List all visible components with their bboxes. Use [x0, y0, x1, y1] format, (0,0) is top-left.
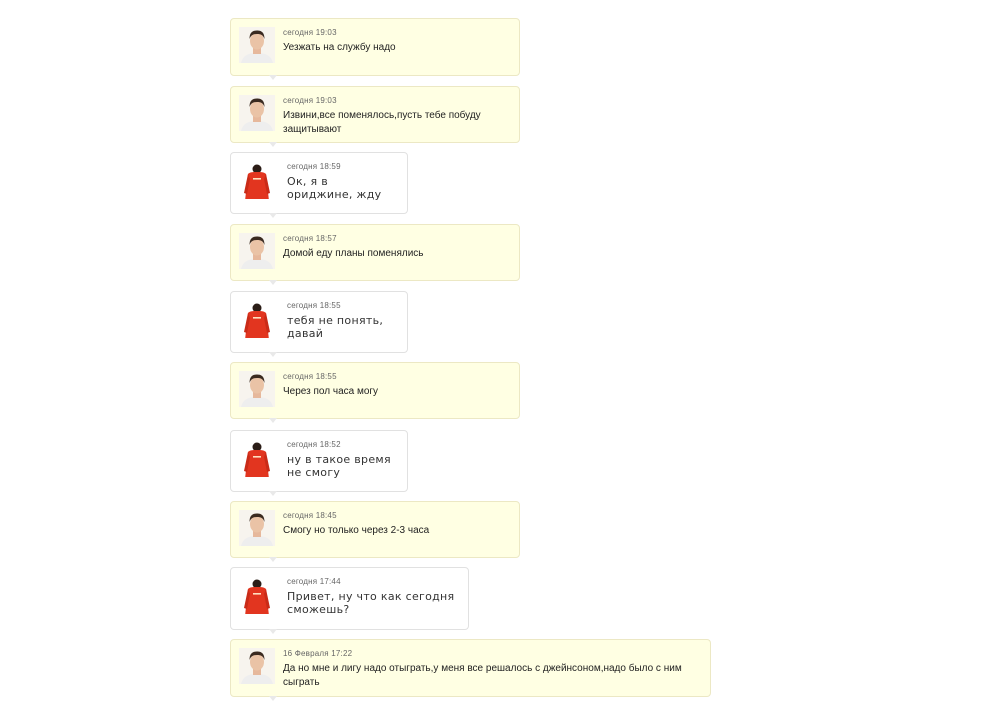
male-avatar-icon[interactable]: [239, 510, 275, 546]
message-feed: сегодня 19:03 Уезжать на службу надо сег…: [0, 0, 1000, 701]
red-hoodie-avatar-icon[interactable]: [239, 302, 275, 338]
message-item: сегодня 18:55 тебя не понять, давай: [230, 291, 408, 357]
red-hoodie-avatar-icon[interactable]: [239, 163, 275, 199]
message-item: сегодня 18:57 Домой еду планы поменялись: [230, 224, 520, 285]
message-text: Через пол часа могу: [283, 386, 379, 397]
message-time: 16 Февраля 17:22: [283, 649, 353, 658]
red-hoodie-avatar-icon[interactable]: [239, 578, 275, 614]
message-text: тебя не понять, давай: [287, 314, 384, 340]
message-item: сегодня 18:45 Смогу но только через 2-3 …: [230, 501, 520, 562]
message-item: сегодня 19:03 Извини,все поменялось,пуст…: [230, 86, 520, 147]
message-text: Уезжать на службу надо: [283, 42, 396, 53]
message-text: Да но мне и лигу надо отыграть,у меня вс…: [283, 663, 682, 688]
message-time: сегодня 18:55: [287, 301, 341, 310]
message-item: сегодня 18:59 Ок, я в ориджине, жду: [230, 152, 408, 218]
message-item: сегодня 19:03 Уезжать на службу надо: [230, 18, 520, 80]
message-time: сегодня 18:57: [283, 234, 337, 243]
message-item: сегодня 18:52 ну в такое время не смогу: [230, 430, 408, 496]
message-text: Извини,все поменялось,пусть тебе побуду …: [283, 110, 481, 135]
male-avatar-icon[interactable]: [239, 371, 275, 407]
message-time: сегодня 18:55: [283, 372, 337, 381]
male-avatar-icon[interactable]: [239, 233, 275, 269]
message-item: сегодня 18:55 Через пол часа могу: [230, 362, 520, 423]
message-time: сегодня 18:45: [283, 511, 337, 520]
male-avatar-icon[interactable]: [239, 95, 275, 131]
message-item: сегодня 17:44 Привет, ну что как сегодня…: [230, 567, 469, 634]
message-text: ну в такое время не смогу: [287, 453, 391, 479]
male-avatar-icon[interactable]: [239, 27, 275, 63]
message-time: сегодня 19:03: [283, 28, 337, 37]
message-text: Смогу но только через 2-3 часа: [283, 525, 430, 536]
message-time: сегодня 19:03: [283, 96, 337, 105]
male-avatar-icon[interactable]: [239, 648, 275, 684]
message-text: Домой еду планы поменялись: [283, 248, 424, 259]
message-time: сегодня 18:59: [287, 162, 341, 171]
red-hoodie-avatar-icon[interactable]: [239, 441, 275, 477]
message-time: сегодня 18:52: [287, 440, 341, 449]
message-text: Привет, ну что как сегодня сможешь?: [287, 590, 455, 616]
message-text: Ок, я в ориджине, жду: [287, 175, 382, 201]
message-time: сегодня 17:44: [287, 577, 341, 586]
message-item: 16 Февраля 17:22 Да но мне и лигу надо о…: [230, 639, 711, 701]
